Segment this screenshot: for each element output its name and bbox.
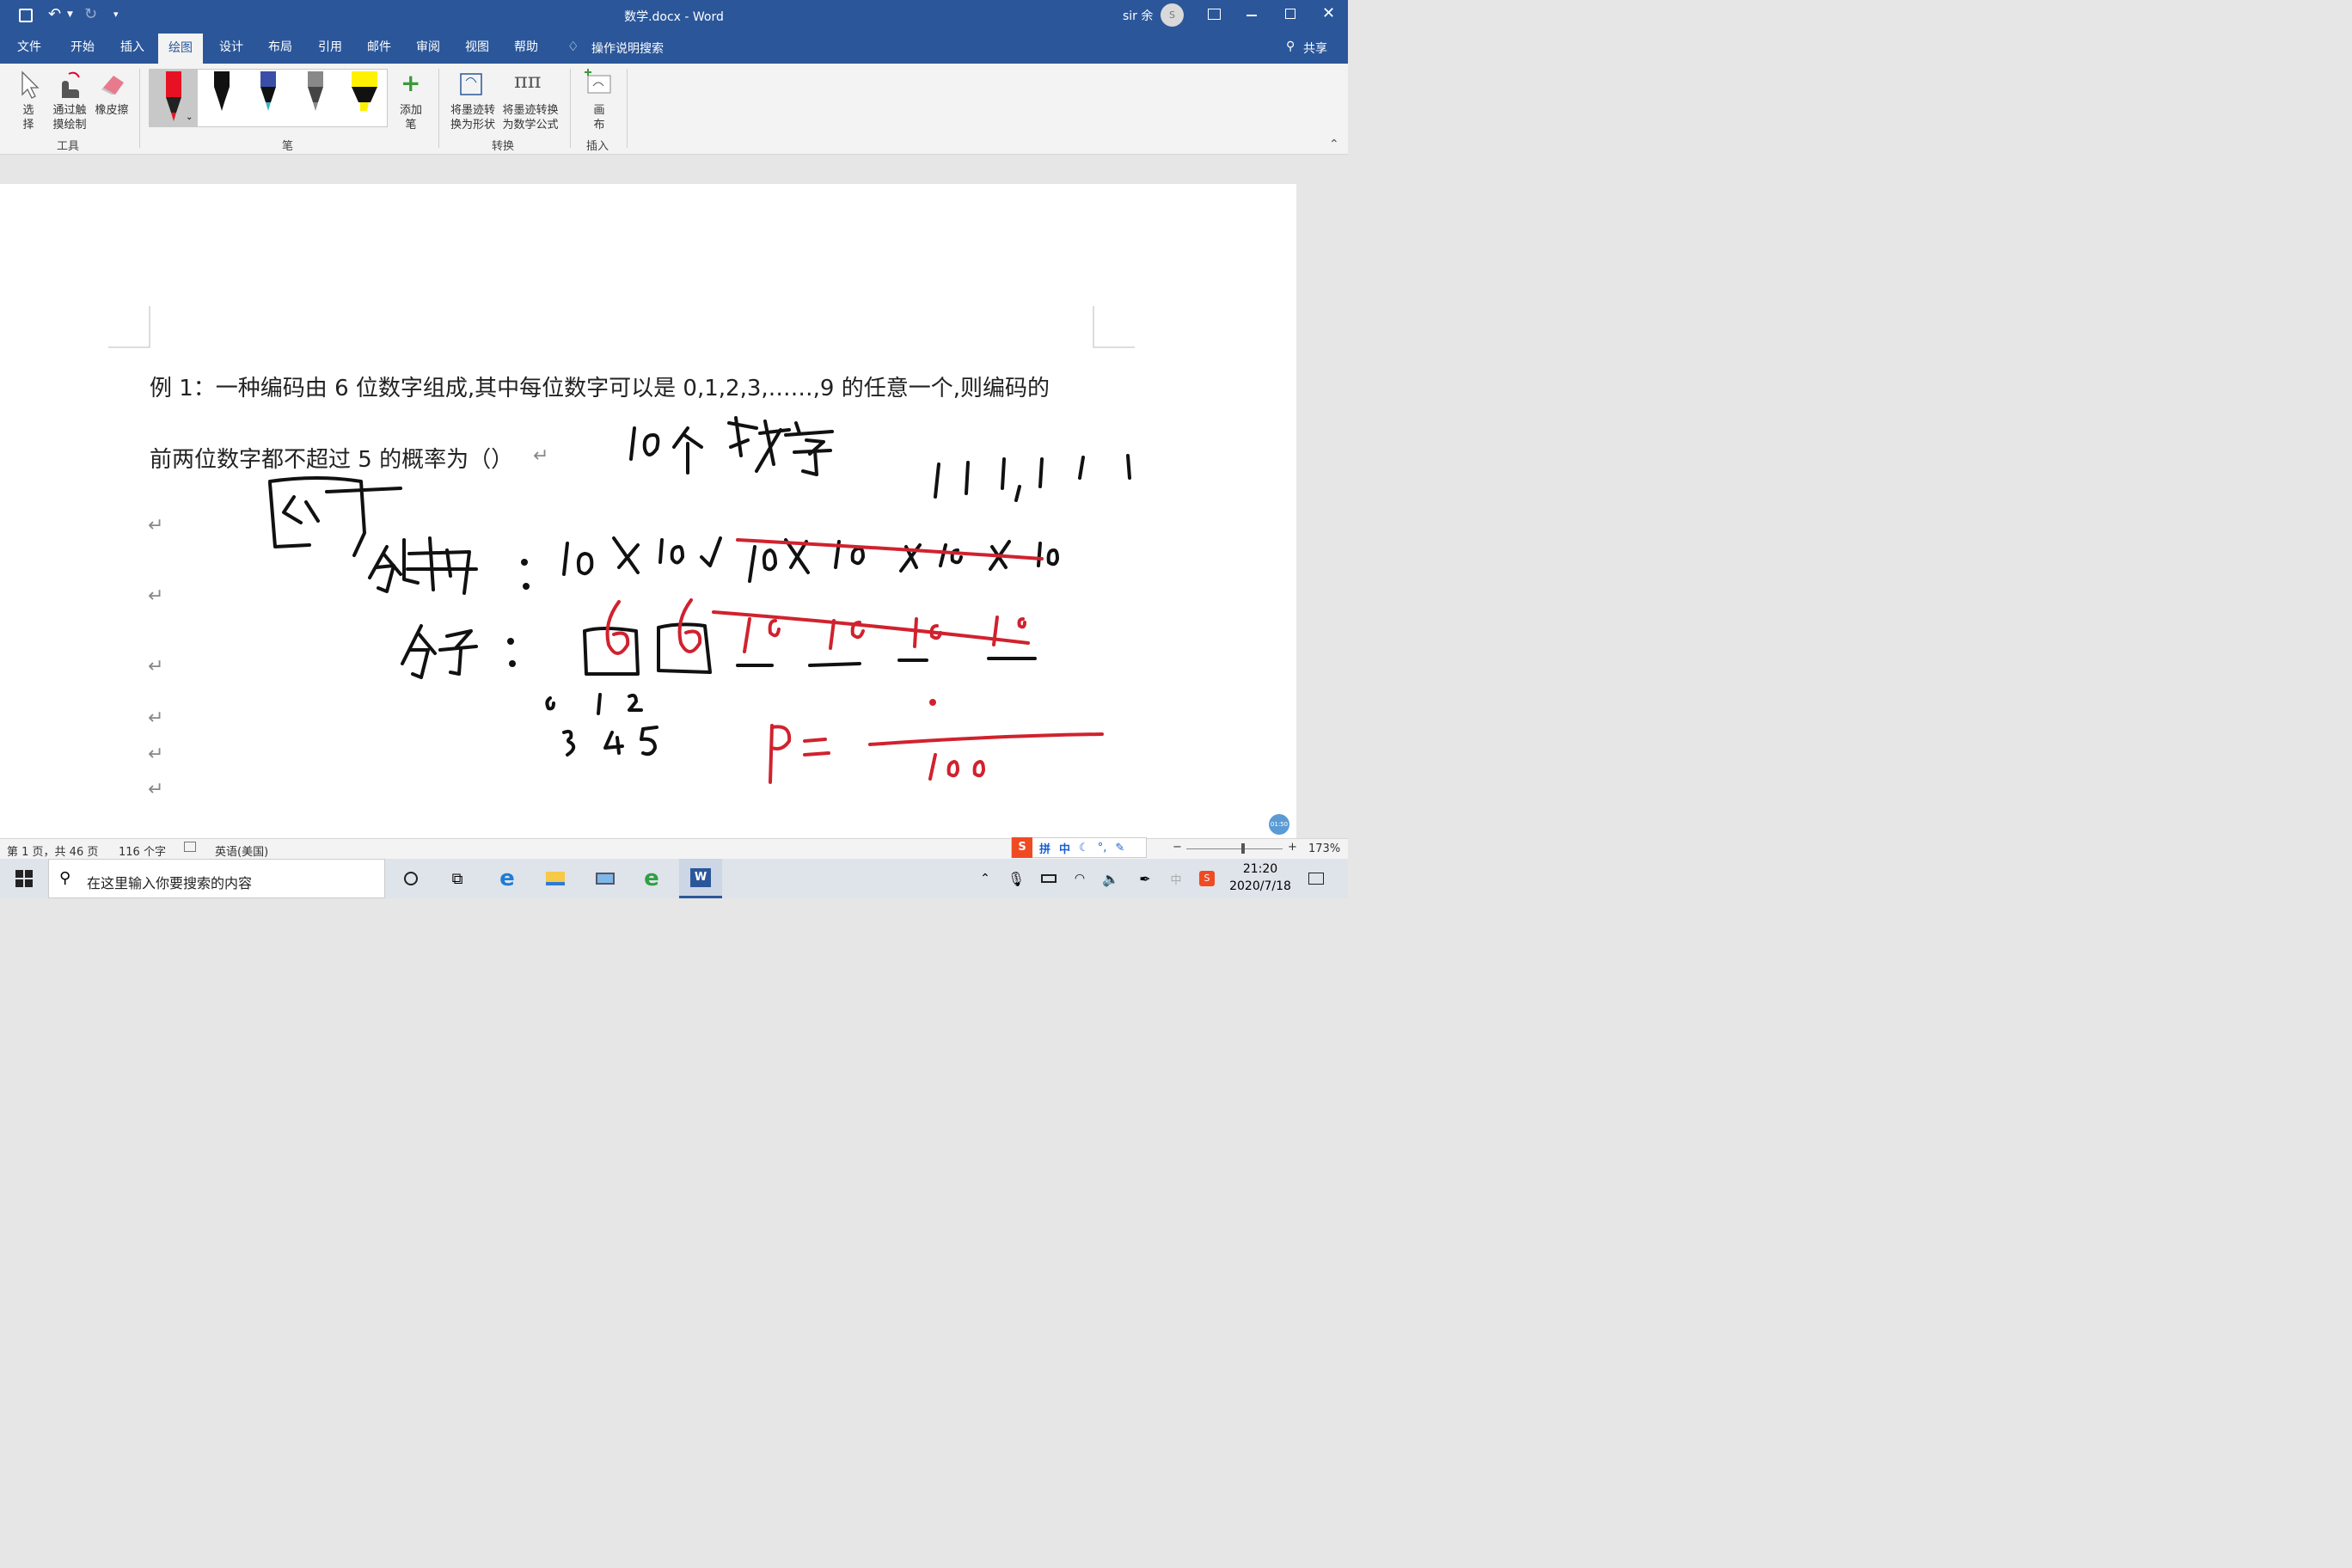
zoom-out-button[interactable]: − [1173, 841, 1182, 854]
add-pen-icon[interactable]: + [401, 69, 420, 97]
document-page[interactable]: 例 1：一种编码由 6 位数字组成,其中每位数字可以是 0,1,2,3,……,9… [0, 184, 1296, 838]
taskbar: ⚲ 在这里输入你要搜索的内容 ⧉ e e W ⌃ 🎙 ◠ 🔈 ✒ 中 S 21:… [0, 859, 1348, 898]
battery-icon[interactable] [1038, 859, 1059, 898]
word-count[interactable]: 116 个字 [119, 842, 166, 859]
windows-icon [15, 870, 33, 887]
tab-draw[interactable]: 绘图 [158, 31, 203, 64]
close-icon[interactable]: ✕ [1322, 4, 1335, 22]
sogou-tray-icon[interactable]: S [1197, 859, 1217, 898]
title-bar: ↶ ▼ ↻ ▾ 数学.docx - Word sir 余 S ✕ [0, 0, 1348, 31]
ime-pinyin[interactable]: 拼 [1039, 840, 1050, 856]
share-button[interactable]: 共享 [1303, 40, 1327, 57]
pen-icon[interactable]: ✒ [1135, 859, 1155, 898]
tools-group-label: 工具 [57, 140, 80, 153]
eraser-icon[interactable] [100, 72, 127, 96]
moon-icon[interactable]: ☾ [1079, 842, 1089, 854]
tab-layout[interactable]: 布局 [258, 31, 303, 64]
wrench-icon[interactable]: ✎ [1115, 842, 1124, 854]
taskbar-search-placeholder: 在这里输入你要搜索的内容 [87, 875, 253, 891]
tab-design[interactable]: 设计 [209, 31, 254, 64]
eraser-button[interactable]: 橡皮擦 [91, 103, 132, 118]
lightbulb-icon: ♢ [567, 39, 579, 54]
ink-to-math-button[interactable]: 将墨迹转换 为数学公式 [499, 103, 562, 132]
restore-icon[interactable] [1285, 9, 1295, 19]
insert-group-label: 插入 [586, 140, 609, 153]
ink-annotations [268, 416, 1131, 784]
ribbon-display-icon[interactable] [1208, 9, 1221, 20]
show-hidden-icons[interactable]: ⌃ [975, 859, 995, 898]
tab-home[interactable]: 开始 [60, 31, 105, 64]
ie-icon[interactable]: e [636, 859, 667, 898]
document-area[interactable]: 例 1：一种编码由 6 位数字组成,其中每位数字可以是 0,1,2,3,……,9… [0, 156, 1348, 838]
clock-date[interactable]: 2020/7/18 [1228, 879, 1293, 893]
canvas-button[interactable]: 画 布 [590, 103, 609, 132]
language-indicator[interactable]: 英语(美国) [215, 842, 268, 859]
ime-indicator[interactable]: 中 [1166, 859, 1186, 898]
tab-insert[interactable]: 插入 [110, 31, 155, 64]
recording-timer[interactable]: 01:50 [1269, 814, 1289, 835]
user-name[interactable]: sir 余 [1123, 7, 1153, 24]
task-view-icon[interactable]: ⧉ [442, 859, 473, 898]
touch-draw-button[interactable]: 通过触 摸绘制 [50, 103, 89, 132]
zoom-slider[interactable] [1186, 843, 1283, 854]
volume-icon[interactable]: 🔈 [1100, 859, 1121, 898]
pencil-icon[interactable] [305, 71, 326, 113]
ink-to-shape-icon[interactable] [457, 70, 487, 98]
clock-time[interactable]: 21:20 [1228, 862, 1293, 876]
person-icon: ⚲ [1286, 40, 1295, 53]
wifi-icon[interactable]: ◠ [1069, 859, 1090, 898]
notification-icon[interactable] [1303, 859, 1329, 898]
canvas-icon[interactable] [583, 69, 614, 96]
ink-to-shape-button[interactable]: 将墨迹转 换为形状 [445, 103, 500, 132]
file-explorer-icon[interactable] [540, 859, 571, 898]
red-pen-icon [166, 71, 181, 121]
punctuation-icon[interactable]: °, [1098, 842, 1107, 854]
minimize-icon[interactable] [1246, 15, 1257, 16]
zoom-level[interactable]: 173% [1308, 842, 1340, 855]
tab-mailings[interactable]: 邮件 [357, 31, 401, 64]
add-pen-button[interactable]: 添加 笔 [395, 103, 426, 132]
black-pen-icon[interactable] [211, 71, 232, 113]
select-button[interactable]: 选 择 [19, 103, 38, 132]
taskbar-search[interactable]: ⚲ 在这里输入你要搜索的内容 [48, 859, 385, 898]
start-button[interactable] [0, 859, 48, 898]
tab-review[interactable]: 审阅 [406, 31, 450, 64]
tab-file[interactable]: 文件 [7, 31, 52, 64]
microphone-icon[interactable]: 🎙 [1008, 859, 1025, 898]
word-taskbar-icon[interactable]: W [679, 859, 722, 898]
avatar[interactable]: S [1161, 3, 1184, 27]
cortana-icon[interactable] [395, 859, 426, 898]
chevron-down-icon[interactable]: ⌄ [186, 113, 193, 122]
proofing-icon[interactable] [184, 842, 196, 852]
touch-draw-icon[interactable] [55, 70, 84, 100]
highlighter-icon[interactable] [350, 71, 379, 114]
ribbon: 选 择 通过触 摸绘制 橡皮擦 工具 ⌄ + 添加 笔 笔 将墨迹转 换为形状 … [0, 64, 1348, 155]
tell-me-search[interactable]: 操作说明搜索 [591, 40, 664, 57]
pens-group-label: 笔 [282, 140, 294, 153]
ink-to-math-icon[interactable]: ππ [514, 69, 542, 93]
ime-toolbar[interactable]: S 拼 中 ☾ °, ✎ [1011, 837, 1147, 858]
tab-help[interactable]: 帮助 [504, 31, 548, 64]
computer-icon[interactable] [590, 859, 621, 898]
page-count[interactable]: 第 1 页，共 46 页 [7, 842, 98, 859]
status-bar: 第 1 页，共 46 页 116 个字 英语(美国) S 拼 中 ☾ °, ✎ … [0, 837, 1348, 859]
edge-icon[interactable]: e [492, 859, 523, 898]
galaxy-pen-icon[interactable] [258, 71, 279, 113]
pen-red[interactable]: ⌄ [150, 70, 198, 126]
zoom-in-button[interactable]: + [1288, 841, 1297, 854]
select-cursor-icon[interactable] [21, 70, 40, 100]
pen-gallery: ⌄ [149, 69, 388, 127]
search-icon: ⚲ [59, 869, 71, 887]
tab-view[interactable]: 视图 [455, 31, 499, 64]
tab-references[interactable]: 引用 [308, 31, 352, 64]
menu-bar: 文件 开始 插入 绘图 设计 布局 引用 邮件 审阅 视图 帮助 ♢ 操作说明搜… [0, 31, 1348, 64]
sogou-icon: S [1012, 837, 1032, 858]
collapse-ribbon-icon[interactable]: ⌃ [1329, 138, 1339, 151]
ime-chinese-mode[interactable]: 中 [1059, 840, 1070, 856]
convert-group-label: 转换 [492, 140, 515, 153]
